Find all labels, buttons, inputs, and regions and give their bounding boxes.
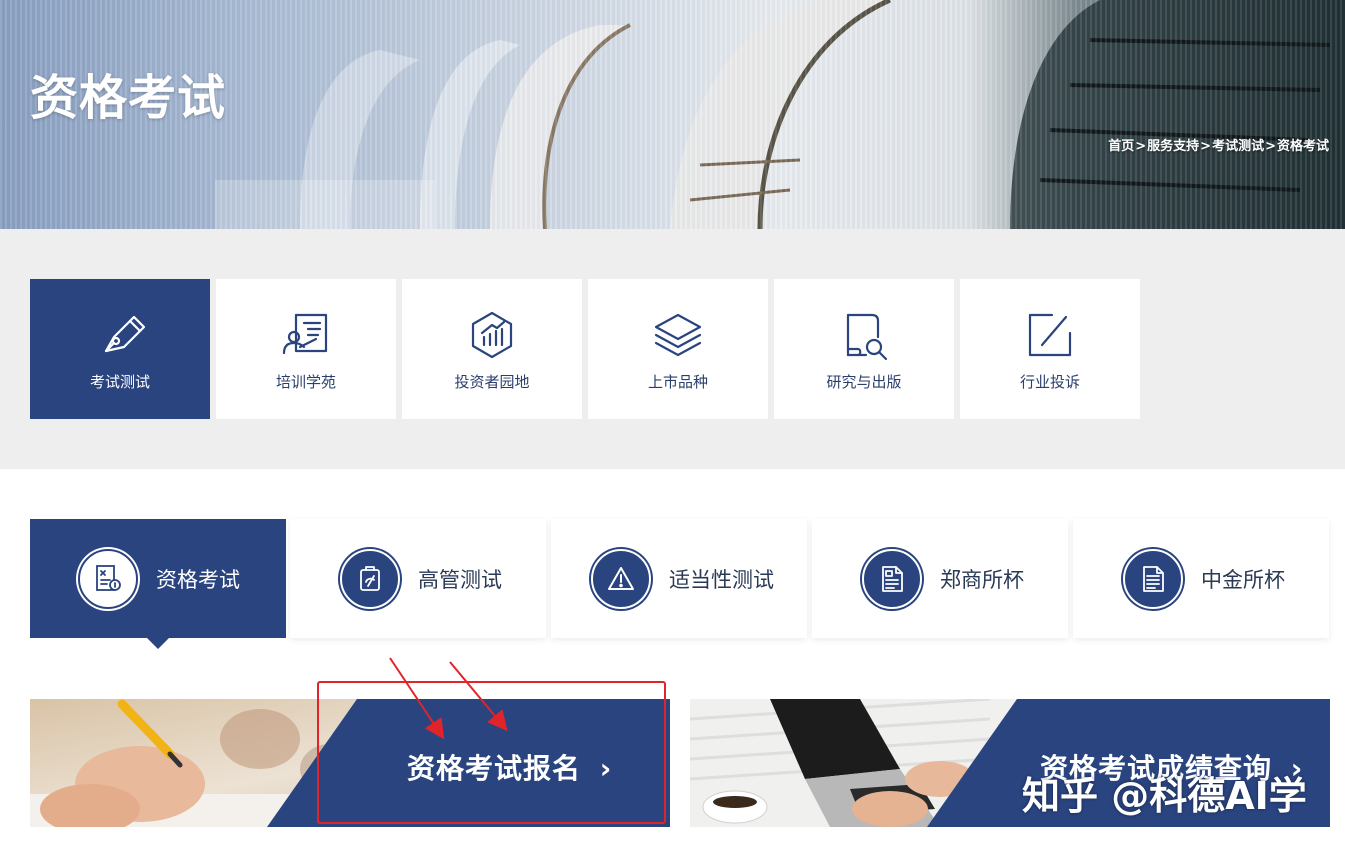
tab-cffex-cup[interactable]: 中金所杯 — [1073, 519, 1329, 638]
category-listed-products[interactable]: 上市品种 — [588, 279, 768, 419]
category-investor-garden[interactable]: 投资者园地 — [402, 279, 582, 419]
tab-suitability-test[interactable]: 适当性测试 — [551, 519, 807, 638]
tab-zce-cup[interactable]: 郑商所杯 — [812, 519, 1068, 638]
tab-label: 郑商所杯 — [940, 567, 1024, 592]
page-title: 资格考试 — [30, 70, 227, 126]
breadcrumb-separator: > — [1200, 139, 1212, 154]
breadcrumb-separator: > — [1265, 139, 1276, 154]
tab-label: 资格考试 — [156, 567, 240, 592]
exam-sheet-icon — [96, 564, 121, 591]
category-label: 上市品种 — [647, 373, 708, 391]
warning-triangle-icon — [608, 566, 634, 590]
tab-icon-circle — [78, 548, 138, 609]
category-label: 研究与出版 — [826, 373, 902, 391]
breadcrumb-separator: > — [1135, 139, 1147, 154]
exam-registration-label: 资格考试报名 › — [407, 752, 613, 785]
tab-label: 中金所杯 — [1201, 567, 1285, 592]
tab-icon-circle — [862, 548, 922, 609]
category-nav: 考试测试 培训学苑 投资者园地 上市品种 研究与出版 行业投诉 — [0, 229, 1345, 469]
breadcrumb: 首页>服务支持>考试测试>资格考试 — [1108, 135, 1329, 154]
category-label: 投资者园地 — [454, 373, 530, 391]
tab-icon-circle — [591, 548, 651, 609]
page-banner: 资格考试 首页>服务支持>考试测试>资格考试 — [0, 0, 1345, 229]
exam-registration-card[interactable]: 资格考试报名 › — [30, 699, 670, 827]
tab-executive-test[interactable]: 高管测试 — [290, 519, 546, 638]
tab-label: 适当性测试 — [669, 567, 774, 592]
tab-label: 高管测试 — [418, 567, 502, 592]
trainer-board-icon — [282, 313, 328, 355]
tab-icon-circle — [1123, 548, 1183, 609]
breadcrumb-exam-testing[interactable]: 考试测试 — [1212, 139, 1264, 154]
tab-qualification-exam[interactable]: 资格考试 — [30, 519, 286, 638]
breadcrumb-home[interactable]: 首页 — [1108, 139, 1134, 154]
category-label: 考试测试 — [89, 373, 150, 391]
certificate-doc-icon — [882, 565, 903, 592]
breadcrumb-service-support[interactable]: 服务支持 — [1147, 139, 1199, 154]
tab-icon-circle — [340, 548, 400, 609]
growth-chart-icon — [471, 311, 513, 359]
category-label: 培训学苑 — [275, 373, 336, 391]
exam-pen-icon — [104, 315, 146, 353]
zhihu-watermark: 知乎 @科德AI学 — [1022, 774, 1307, 818]
category-label: 行业投诉 — [1019, 373, 1080, 391]
category-industry-complaint[interactable]: 行业投诉 — [960, 279, 1140, 419]
breadcrumb-current[interactable]: 资格考试 — [1277, 139, 1329, 154]
chevron-right-icon: › — [599, 752, 613, 785]
category-training[interactable]: 培训学苑 — [216, 279, 396, 419]
annotation-arrows — [389, 657, 508, 740]
category-research-publishing[interactable]: 研究与出版 — [774, 279, 954, 419]
document-search-icon — [846, 313, 888, 361]
layers-icon — [654, 313, 702, 357]
clipboard-icon — [360, 565, 380, 591]
active-tab-pointer — [147, 638, 169, 649]
edit-square-icon — [1028, 313, 1072, 357]
category-exam-testing[interactable]: 考试测试 — [30, 279, 210, 419]
document-lines-icon — [1143, 565, 1164, 592]
